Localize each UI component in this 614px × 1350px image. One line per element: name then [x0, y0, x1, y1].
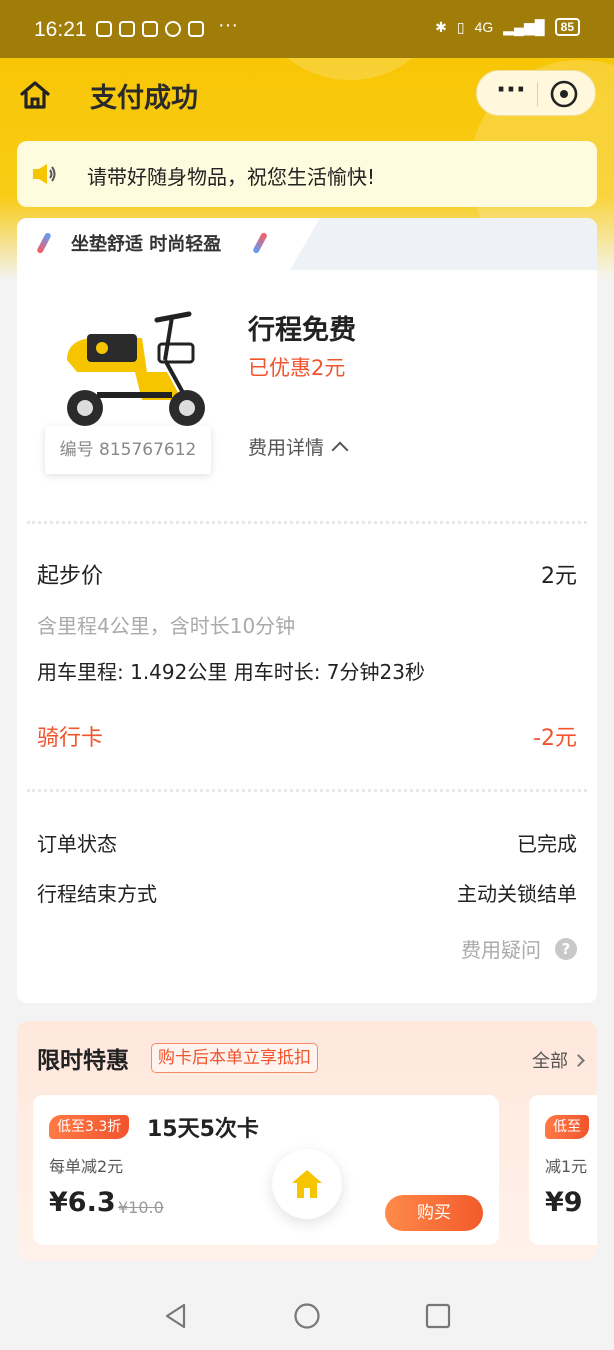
- capsule-divider: [537, 82, 538, 106]
- help-icon: ?: [555, 937, 577, 960]
- offer-original-price: ¥10.0: [118, 1198, 164, 1217]
- order-status-row: 订单状态 已完成: [37, 828, 577, 857]
- floating-home-button[interactable]: [272, 1149, 342, 1219]
- promo-all-link[interactable]: 全部: [532, 1047, 585, 1073]
- offer-card[interactable]: 低至3.3折 15天5次卡 每单减2元 ¥6.3 ¥10.0 购买: [33, 1095, 499, 1245]
- signal-icon: ▂▄▆█: [503, 18, 545, 35]
- end-method-value: 主动关锁结单: [457, 882, 577, 906]
- vibrate-icon: ▯: [456, 18, 465, 35]
- fee-question-link[interactable]: 费用疑问: [461, 934, 541, 963]
- usage-text: 用车里程: 1.492公里 用车时长: 7分钟23秒: [37, 660, 425, 684]
- ride-card-value: -2元: [533, 726, 577, 751]
- offer-sub: 每单减2元: [49, 1157, 124, 1176]
- base-note-row: 含里程4公里，含时长10分钟: [37, 610, 577, 639]
- recents-icon[interactable]: [424, 1302, 452, 1330]
- offer-badge: 低至3.3折: [49, 1115, 130, 1139]
- notice-text: 请带好随身物品，祝您生活愉快!: [87, 165, 376, 189]
- promo-title: 限时特惠: [37, 1048, 129, 1074]
- home-icon: [292, 1170, 322, 1198]
- mail-icon: [188, 21, 204, 37]
- battery-icon: 85: [554, 18, 580, 36]
- status-time: 16:21: [34, 18, 87, 41]
- offer-card[interactable]: 低至 减1元 ¥9: [529, 1095, 597, 1245]
- base-price-label: 起步价: [37, 564, 104, 589]
- weibo-icon: [165, 21, 181, 37]
- back-icon[interactable]: [162, 1302, 190, 1330]
- offer-badge: 低至: [545, 1115, 589, 1139]
- home-icon[interactable]: [18, 78, 52, 112]
- base-price-note: 含里程4公里，含时长10分钟: [37, 614, 296, 638]
- offer-name: 15天5次卡: [147, 1117, 259, 1142]
- promo-all-label: 全部: [532, 1051, 568, 1072]
- base-price-row: 起步价 2元: [37, 558, 577, 590]
- ride-card-row: 骑行卡 -2元: [37, 720, 577, 752]
- order-status-value: 已完成: [517, 832, 577, 856]
- home-nav-icon[interactable]: [293, 1302, 321, 1330]
- page-title: 支付成功: [90, 83, 198, 114]
- bluetooth-icon: ✱: [435, 18, 447, 35]
- ebike-image: [67, 311, 205, 426]
- status-bar: 16:21 ··· ✱ ▯ 4G ▂▄▆█ 85: [0, 0, 614, 58]
- promo-section: 限时特惠 购卡后本单立享抵扣 全部 低至3.3折 15天5次卡 每单减2元 ¥6…: [17, 1021, 597, 1261]
- base-price-value: 2元: [541, 564, 577, 589]
- trip-title: 行程免费: [248, 315, 356, 346]
- more-button[interactable]: ···: [491, 75, 531, 111]
- ride-card-label: 骑行卡: [37, 726, 104, 751]
- bike-id-label: 编号 815767612: [45, 426, 211, 474]
- fee-question-row[interactable]: 费用疑问 ?: [37, 934, 577, 963]
- usage-row: 用车里程: 1.492公里 用车时长: 7分钟23秒: [37, 656, 577, 685]
- notice-bar: 请带好随身物品，祝您生活愉快!: [17, 141, 597, 207]
- network-label: 4G: [474, 19, 494, 35]
- app-notification-icon: [142, 21, 158, 37]
- status-right: ✱ ▯ 4G ▂▄▆█ 85: [435, 18, 580, 36]
- promo-tag: 购卡后本单立享抵扣: [151, 1043, 318, 1073]
- banner-text: 坐垫舒适 时尚轻盈: [71, 234, 222, 255]
- offer-price: ¥9: [545, 1187, 583, 1218]
- speaker-icon: [33, 164, 56, 184]
- trip-discount: 已优惠2元: [248, 356, 346, 380]
- fee-detail-toggle[interactable]: 费用详情: [248, 433, 349, 460]
- end-method-row: 行程结束方式 主动关锁结单: [37, 878, 577, 907]
- miniapp-capsule: ···: [476, 70, 596, 116]
- offer-price: ¥6.3: [49, 1187, 116, 1218]
- status-more: ···: [218, 14, 238, 36]
- system-nav-bar: [0, 1282, 614, 1350]
- trip-card: 坐垫舒适 时尚轻盈 编号 815767612 行程免费 已优惠2元 费用详情 起…: [17, 218, 597, 1003]
- buy-button[interactable]: 购买: [385, 1195, 483, 1231]
- navbar: 支付成功 ···: [0, 58, 614, 130]
- end-method-label: 行程结束方式: [37, 882, 157, 906]
- app-notification-icon: [96, 21, 112, 37]
- chevron-right-icon: [572, 1053, 585, 1067]
- divider: [27, 789, 587, 792]
- fee-detail-label: 费用详情: [248, 437, 325, 459]
- chevron-up-icon: [331, 441, 349, 458]
- close-icon[interactable]: [549, 79, 579, 109]
- divider: [27, 521, 587, 524]
- offer-sub: 减1元: [545, 1157, 588, 1176]
- app-notification-icon: [119, 21, 135, 37]
- order-status-label: 订单状态: [37, 832, 117, 856]
- notification-icons: [96, 21, 204, 37]
